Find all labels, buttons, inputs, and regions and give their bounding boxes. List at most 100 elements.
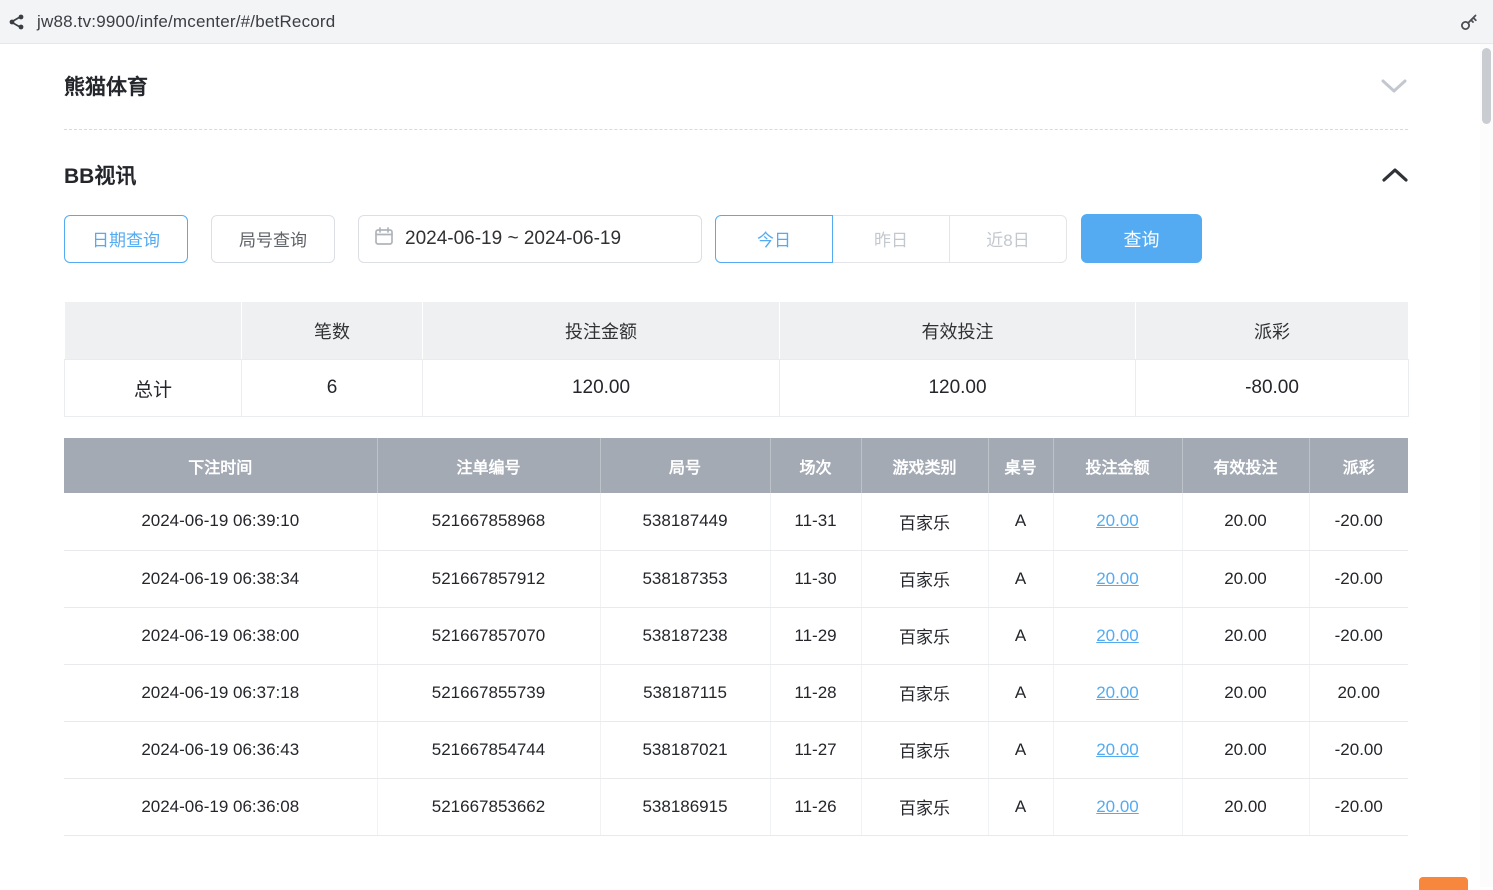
game-type: 百家乐 bbox=[861, 721, 988, 778]
header-game-type: 游戏类别 bbox=[861, 438, 988, 493]
valid-bet: 20.00 bbox=[1182, 607, 1309, 664]
site-icon bbox=[8, 13, 26, 31]
table-id: A bbox=[988, 550, 1053, 607]
payout-value: -20.00 bbox=[1309, 721, 1408, 778]
filter-toolbar: 日期查询 局号查询 2024-06-19 ~ 2024-06-19 今日 昨日 … bbox=[64, 214, 1408, 263]
summary-header-row: 笔数 投注金额 有效投注 派彩 bbox=[65, 302, 1409, 360]
panda-sports-section-header[interactable]: 熊猫体育 bbox=[64, 44, 1408, 129]
scrollbar-thumb[interactable] bbox=[1482, 48, 1491, 124]
bet-time: 2024-06-19 06:38:00 bbox=[64, 607, 377, 664]
table-id: A bbox=[988, 607, 1053, 664]
round-query-tab[interactable]: 局号查询 bbox=[211, 215, 335, 263]
bet-time: 2024-06-19 06:36:08 bbox=[64, 778, 377, 835]
payout-value: 20.00 bbox=[1309, 664, 1408, 721]
bet-amount-cell: 20.00 bbox=[1053, 721, 1182, 778]
summary-payout: -80.00 bbox=[1136, 360, 1409, 417]
game-type: 百家乐 bbox=[861, 664, 988, 721]
today-button[interactable]: 今日 bbox=[715, 215, 833, 263]
last-8-days-button[interactable]: 近8日 bbox=[949, 215, 1067, 263]
valid-bet: 20.00 bbox=[1182, 493, 1309, 550]
table-id: A bbox=[988, 721, 1053, 778]
game-type: 百家乐 bbox=[861, 493, 988, 550]
bb-video-title: BB视讯 bbox=[64, 160, 136, 190]
header-payout: 派彩 bbox=[1309, 438, 1408, 493]
round-number: 538187238 bbox=[600, 607, 770, 664]
url-text: jw88.tv:9900/infe/mcenter/#/betRecord bbox=[37, 12, 335, 32]
bet-table-header-row: 下注时间 注单编号 局号 场次 游戏类别 桌号 投注金额 有效投注 派彩 bbox=[64, 438, 1408, 493]
bet-amount-cell: 20.00 bbox=[1053, 778, 1182, 835]
header-table-id: 桌号 bbox=[988, 438, 1053, 493]
summary-valid: 120.00 bbox=[780, 360, 1136, 417]
date-query-tab[interactable]: 日期查询 bbox=[64, 215, 188, 263]
yesterday-button[interactable]: 昨日 bbox=[832, 215, 950, 263]
bet-amount-link[interactable]: 20.00 bbox=[1096, 569, 1139, 588]
table-row: 2024-06-19 06:36:08 521667853662 5381869… bbox=[64, 778, 1408, 835]
bet-amount-cell: 20.00 bbox=[1053, 550, 1182, 607]
bet-amount-link[interactable]: 20.00 bbox=[1096, 740, 1139, 759]
password-key-icon[interactable] bbox=[1459, 12, 1479, 32]
header-bet-time: 下注时间 bbox=[64, 438, 377, 493]
bet-amount-link[interactable]: 20.00 bbox=[1096, 683, 1139, 702]
date-range-input[interactable]: 2024-06-19 ~ 2024-06-19 bbox=[358, 215, 702, 263]
bet-id: 521667853662 bbox=[377, 778, 600, 835]
payout-value: -20.00 bbox=[1309, 607, 1408, 664]
round-number: 538186915 bbox=[600, 778, 770, 835]
session: 11-31 bbox=[770, 493, 861, 550]
header-bet-amount: 投注金额 bbox=[1053, 438, 1182, 493]
header-valid-bet: 有效投注 bbox=[1182, 438, 1309, 493]
header-session: 场次 bbox=[770, 438, 861, 493]
chevron-down-icon[interactable] bbox=[1380, 78, 1408, 94]
calendar-icon bbox=[374, 226, 394, 252]
payout-value: -20.00 bbox=[1309, 550, 1408, 607]
bet-time: 2024-06-19 06:38:34 bbox=[64, 550, 377, 607]
payout-value: -20.00 bbox=[1309, 778, 1408, 835]
summary-header-amount: 投注金额 bbox=[423, 302, 780, 360]
header-round: 局号 bbox=[600, 438, 770, 493]
bet-id: 521667854744 bbox=[377, 721, 600, 778]
session: 11-30 bbox=[770, 550, 861, 607]
valid-bet: 20.00 bbox=[1182, 778, 1309, 835]
table-id: A bbox=[988, 778, 1053, 835]
summary-header-payout: 派彩 bbox=[1136, 302, 1409, 360]
round-number: 538187021 bbox=[600, 721, 770, 778]
bet-amount-link[interactable]: 20.00 bbox=[1096, 626, 1139, 645]
browser-address-bar[interactable]: jw88.tv:9900/infe/mcenter/#/betRecord bbox=[0, 0, 1493, 44]
bet-id: 521667857070 bbox=[377, 607, 600, 664]
bet-time: 2024-06-19 06:39:10 bbox=[64, 493, 377, 550]
bet-amount-link[interactable]: 20.00 bbox=[1096, 797, 1139, 816]
summary-table: 笔数 投注金额 有效投注 派彩 总计 6 120.00 120.00 -80.0… bbox=[64, 301, 1409, 417]
header-bet-id: 注单编号 bbox=[377, 438, 600, 493]
summary-header-count: 笔数 bbox=[242, 302, 423, 360]
bet-record-page: 熊猫体育 BB视讯 日期查询 局号查询 2024-06-19 ~ 2 bbox=[0, 44, 1493, 836]
table-row: 2024-06-19 06:36:43 521667854744 5381870… bbox=[64, 721, 1408, 778]
bet-amount-link[interactable]: 20.00 bbox=[1096, 511, 1139, 530]
session: 11-29 bbox=[770, 607, 861, 664]
summary-total-label: 总计 bbox=[65, 360, 242, 417]
round-number: 538187115 bbox=[600, 664, 770, 721]
bet-time: 2024-06-19 06:36:43 bbox=[64, 721, 377, 778]
summary-header-empty bbox=[65, 302, 242, 360]
round-number: 538187449 bbox=[600, 493, 770, 550]
table-id: A bbox=[988, 493, 1053, 550]
table-row: 2024-06-19 06:37:18 521667855739 5381871… bbox=[64, 664, 1408, 721]
bet-records-table: 下注时间 注单编号 局号 场次 游戏类别 桌号 投注金额 有效投注 派彩 202… bbox=[64, 438, 1408, 836]
summary-count: 6 bbox=[242, 360, 423, 417]
game-type: 百家乐 bbox=[861, 607, 988, 664]
date-range-value: 2024-06-19 ~ 2024-06-19 bbox=[405, 228, 621, 250]
session: 11-26 bbox=[770, 778, 861, 835]
search-button[interactable]: 查询 bbox=[1081, 214, 1202, 263]
bb-video-section-header[interactable]: BB视讯 bbox=[64, 130, 1408, 214]
scrollbar-track[interactable] bbox=[1480, 44, 1493, 887]
session: 11-28 bbox=[770, 664, 861, 721]
bet-id: 521667855739 bbox=[377, 664, 600, 721]
bet-amount-cell: 20.00 bbox=[1053, 493, 1182, 550]
valid-bet: 20.00 bbox=[1182, 664, 1309, 721]
table-id: A bbox=[988, 664, 1053, 721]
panda-sports-title: 熊猫体育 bbox=[64, 71, 148, 101]
payout-value: -20.00 bbox=[1309, 493, 1408, 550]
bet-id: 521667858968 bbox=[377, 493, 600, 550]
bet-id: 521667857912 bbox=[377, 550, 600, 607]
chevron-up-icon[interactable] bbox=[1382, 167, 1408, 183]
table-row: 2024-06-19 06:38:34 521667857912 5381873… bbox=[64, 550, 1408, 607]
chat-widget[interactable] bbox=[1419, 877, 1468, 890]
